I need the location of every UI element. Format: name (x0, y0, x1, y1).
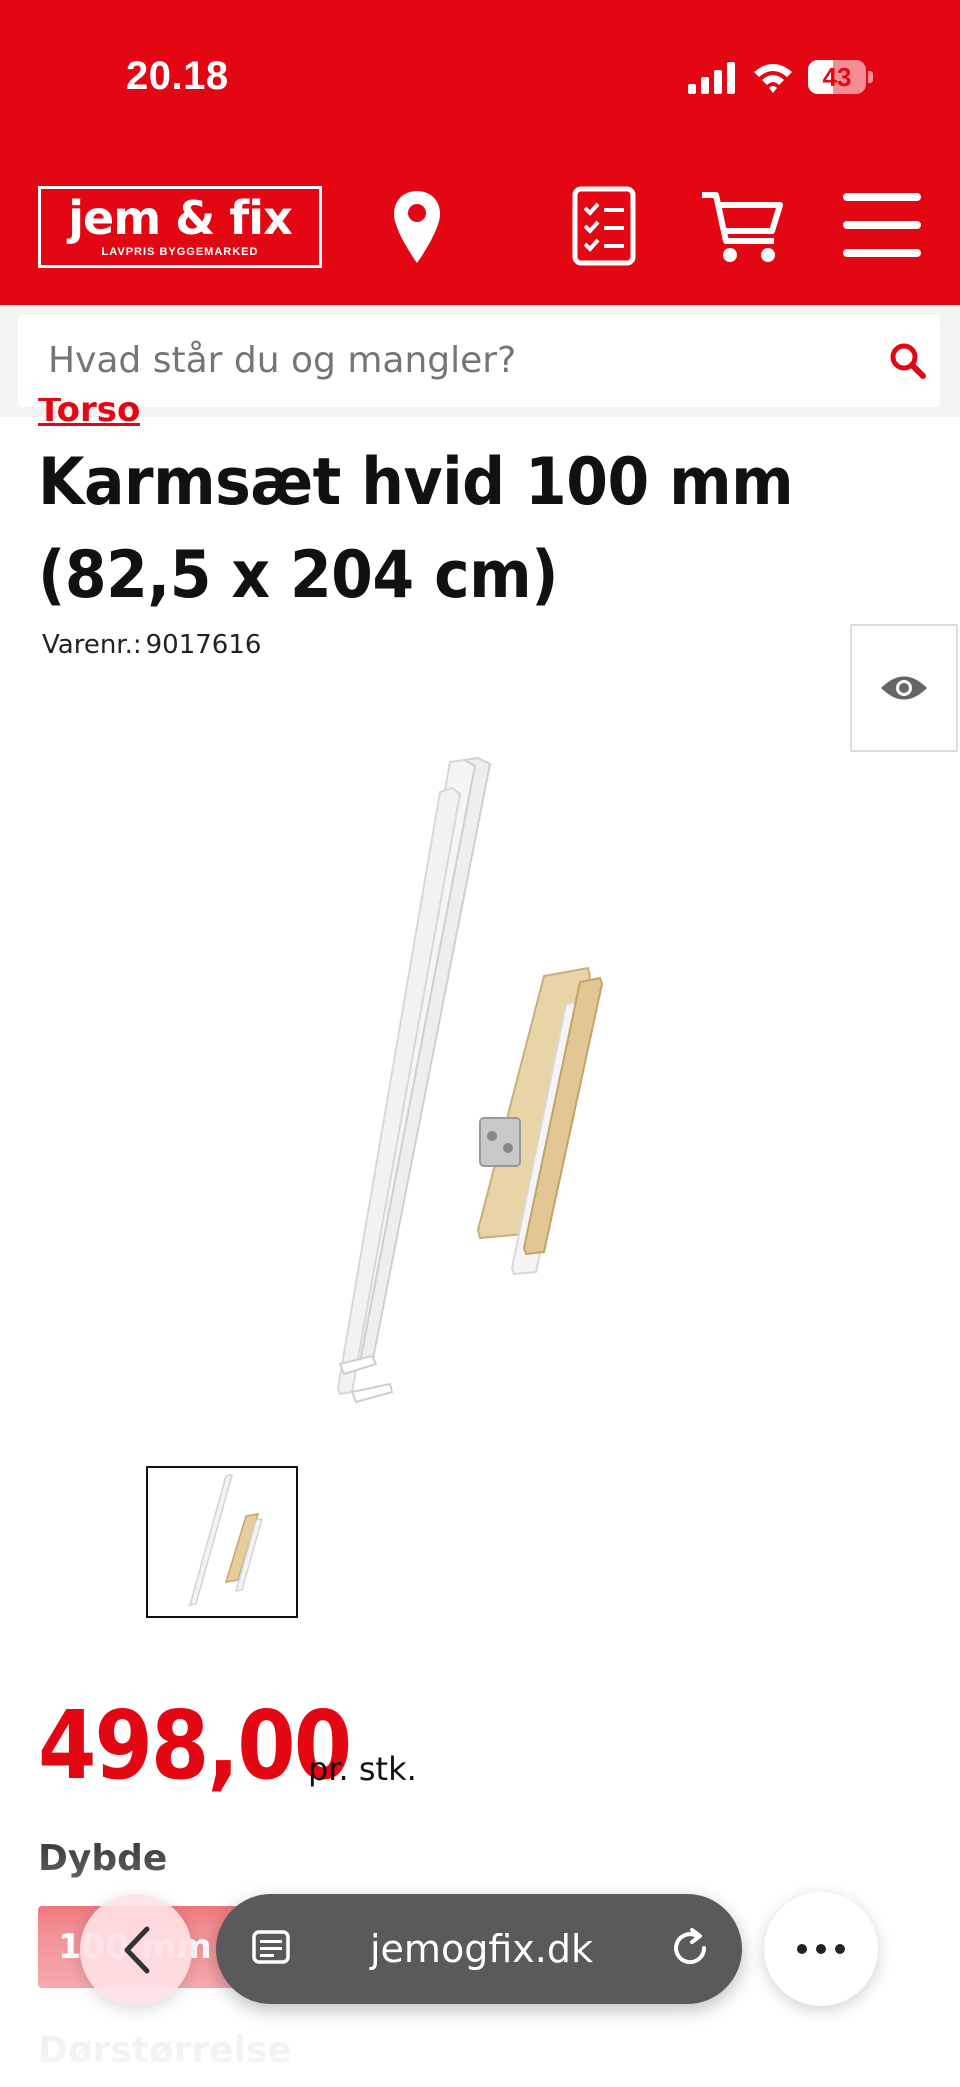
cart-button[interactable] (698, 186, 786, 268)
browser-more-button[interactable] (764, 1892, 878, 2006)
product-sku: Varenr.: 9017616 (38, 630, 261, 660)
main-menu-button[interactable] (842, 190, 922, 260)
location-pin-icon (394, 191, 440, 263)
browser-back-button[interactable] (80, 1894, 192, 2006)
sku-label: Varenr.: (42, 630, 142, 660)
ellipsis-icon (797, 1944, 845, 1954)
reader-mode-icon[interactable] (250, 1928, 292, 1970)
reload-icon[interactable] (668, 1926, 712, 1970)
site-header: 20.18 43 jem & fix LAVPRIS BYGGEMARKED (0, 0, 960, 305)
preview-button[interactable] (850, 624, 958, 752)
store-locator-button[interactable] (380, 182, 454, 272)
cellular-signal-icon (688, 62, 735, 94)
site-logo[interactable]: jem & fix LAVPRIS BYGGEMARKED (38, 186, 322, 268)
brand-link[interactable]: Torso (38, 398, 140, 434)
browser-address-bar[interactable]: jemogfix.dk (216, 1894, 742, 2004)
chevron-left-icon (124, 1926, 150, 1974)
logo-text: jem & fix (68, 191, 293, 245)
checklist-icon (572, 186, 636, 266)
cart-icon (702, 192, 783, 262)
battery-indicator: 43 (808, 60, 874, 94)
eye-icon (881, 676, 927, 700)
search-icon[interactable] (888, 341, 928, 381)
wifi-icon (754, 64, 792, 93)
hamburger-menu-icon (843, 193, 921, 257)
search-input[interactable] (48, 315, 848, 407)
thumbnail-image (188, 1474, 264, 1606)
search-box (18, 315, 940, 407)
browser-url: jemogfix.dk (370, 1927, 593, 1971)
search-bar-container (0, 305, 960, 417)
battery-level: 43 (822, 62, 852, 92)
product-image[interactable] (300, 752, 640, 1412)
depth-label: Dybde (38, 1838, 168, 1879)
price-unit: pr. stk. (308, 1750, 417, 1788)
sku-value: 9017616 (145, 630, 262, 660)
door-size-label: Dørstørrelse (38, 2030, 292, 2071)
status-time: 20.18 (126, 54, 229, 98)
product-title: Karmsæt hvid 100 mm (82,5 x 204 cm) (38, 444, 794, 614)
shopping-list-button[interactable] (570, 184, 638, 268)
product-thumbnail[interactable] (146, 1466, 298, 1618)
product-price: 498,00 (38, 1690, 352, 1801)
logo-tagline: LAVPRIS BYGGEMARKED (101, 246, 259, 258)
